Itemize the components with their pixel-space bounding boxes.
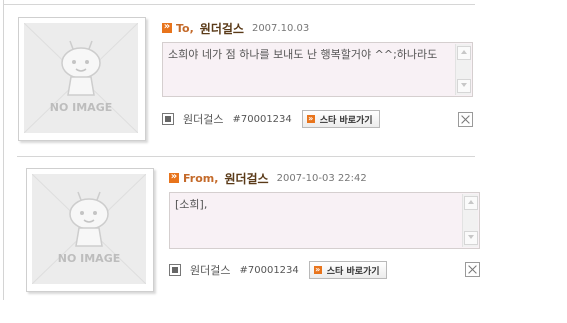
- entry-footer: 원더걸스 #70001234 스타 바로가기: [162, 110, 380, 128]
- delete-close-icon[interactable]: [458, 112, 473, 127]
- member-badge-icon: [162, 113, 174, 125]
- entry-date: 2007-10-03 22:42: [276, 172, 367, 184]
- star-shortcut-label: 스타 바로가기: [326, 266, 380, 277]
- left-border: [3, 0, 4, 300]
- orange-arrow-icon: [162, 20, 172, 34]
- nickname-link[interactable]: 원더걸스: [224, 170, 268, 187]
- delete-close-icon[interactable]: [465, 262, 480, 277]
- scroll-down-arrow-icon[interactable]: [464, 231, 478, 245]
- no-image-placeholder-icon: [32, 174, 146, 284]
- no-image-label: NO IMAGE: [57, 252, 121, 265]
- footer-nickname: 원더걸스: [183, 113, 224, 126]
- top-divider: [3, 4, 475, 5]
- orange-arrow-icon: [313, 264, 322, 275]
- footer-nickname: 원더걸스: [190, 264, 231, 277]
- entry-footer: 원더걸스 #70001234 스타 바로가기: [169, 261, 387, 279]
- member-code: #70001234: [232, 113, 292, 125]
- orange-arrow-icon: [306, 113, 315, 124]
- member-code: #70001234: [239, 264, 299, 276]
- entry-divider: [17, 156, 475, 157]
- direction-label: From,: [183, 171, 219, 185]
- direction-label: To,: [176, 21, 194, 35]
- profile-photo: NO IMAGE: [26, 168, 154, 292]
- message-text: 소희야 네가 점 하나를 보내도 난 행복할거야 ^^;하나라도: [168, 48, 438, 61]
- scrollbar[interactable]: [462, 194, 478, 247]
- star-shortcut-button[interactable]: 스타 바로가기: [308, 261, 387, 279]
- entry-header: From, 원더걸스 2007-10-03 22:42: [169, 170, 367, 186]
- scroll-up-arrow-icon[interactable]: [457, 46, 471, 60]
- orange-arrow-icon: [169, 170, 179, 184]
- profile-photo: NO IMAGE: [18, 17, 146, 141]
- entry-header: To, 원더걸스 2007.10.03: [162, 20, 309, 36]
- message-textarea[interactable]: [소희],: [169, 192, 480, 249]
- no-image-label: NO IMAGE: [49, 101, 113, 114]
- scrollbar[interactable]: [455, 44, 471, 95]
- entry-date: 2007.10.03: [251, 22, 310, 34]
- no-image-placeholder-icon: [24, 23, 138, 133]
- star-shortcut-label: 스타 바로가기: [319, 115, 373, 126]
- message-textarea[interactable]: 소희야 네가 점 하나를 보내도 난 행복할거야 ^^;하나라도: [162, 42, 473, 97]
- member-badge-icon: [169, 264, 181, 276]
- message-text: [소희],: [175, 198, 208, 211]
- scroll-down-arrow-icon[interactable]: [457, 79, 471, 93]
- nickname-link[interactable]: 원더걸스: [200, 20, 244, 37]
- star-shortcut-button[interactable]: 스타 바로가기: [301, 110, 380, 128]
- scroll-up-arrow-icon[interactable]: [464, 196, 478, 210]
